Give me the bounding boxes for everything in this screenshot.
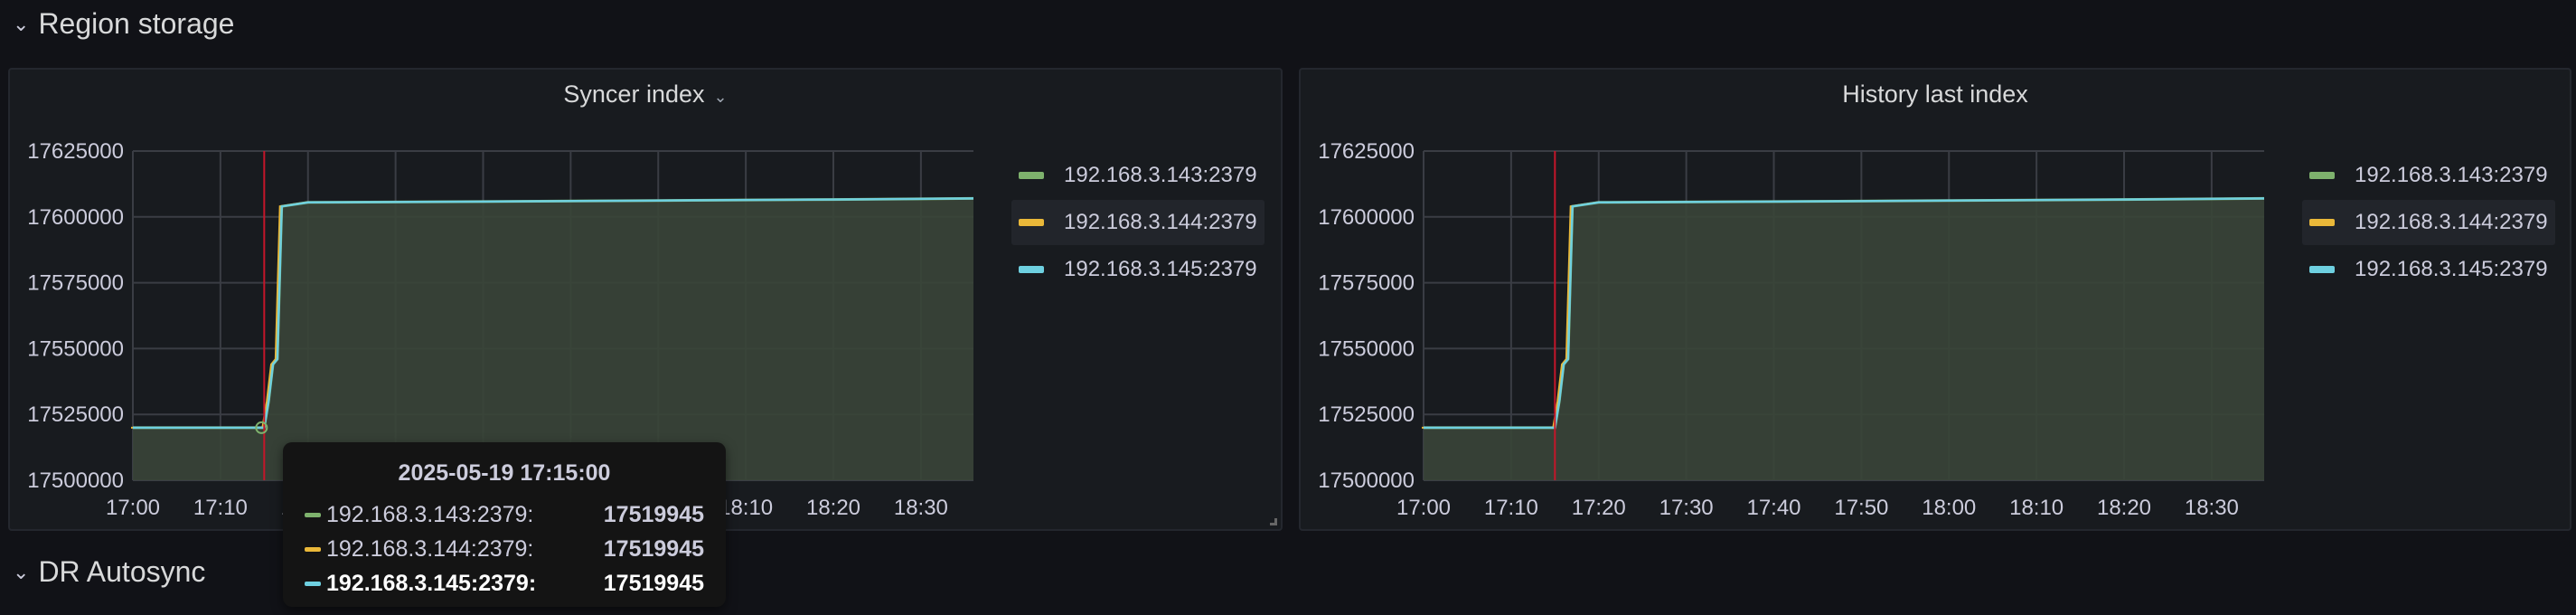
x-tick-label: 18:10	[719, 496, 773, 520]
y-tick-label: 17550000	[27, 336, 124, 361]
y-tick-label: 17525000	[1318, 402, 1415, 427]
swatch-icon	[2309, 266, 2335, 273]
x-tick-label: 17:40	[1746, 496, 1800, 520]
x-tick-label: 18:20	[806, 496, 860, 520]
row-title: Region storage	[38, 7, 235, 40]
row-dr-autosync[interactable]: ⌄ DR Autosync	[13, 555, 205, 589]
row-title: DR Autosync	[38, 555, 206, 588]
swatch-icon	[305, 546, 321, 552]
tooltip-series: 192.168.3.145:2379:	[326, 570, 537, 596]
legend-item[interactable]: 192.168.3.145:2379	[2302, 247, 2555, 292]
series-area	[133, 198, 973, 480]
panel-history-last-index: History last index 17500000 17525000 17550…	[1299, 68, 2571, 531]
tooltip-row: 192.168.3.143:2379: 17519945	[305, 497, 704, 532]
legend-label: 192.168.3.143:2379	[1064, 163, 1257, 187]
legend-label: 192.168.3.144:2379	[1064, 210, 1257, 234]
legend-item[interactable]: 192.168.3.143:2379	[1011, 153, 1264, 198]
row-region-storage[interactable]: ⌄ Region storage	[13, 7, 234, 41]
x-tick-label: 18:20	[2097, 496, 2151, 520]
tooltip-time: 2025-05-19 17:15:00	[398, 460, 611, 486]
series-area	[1424, 198, 2264, 480]
x-tick-label: 18:30	[2185, 496, 2239, 520]
legend: 192.168.3.143:2379 192.168.3.144:2379 19…	[1011, 153, 1264, 294]
swatch-icon	[2309, 172, 2335, 179]
x-tick-label: 17:30	[1659, 496, 1714, 520]
swatch-icon	[1019, 266, 1044, 273]
chart-tooltip: 2025-05-19 17:15:00 192.168.3.143:2379: 1…	[283, 442, 726, 607]
legend-item[interactable]: 192.168.3.144:2379	[2302, 200, 2555, 245]
x-tick-label: 17:10	[193, 496, 248, 520]
y-tick-label: 17625000	[27, 139, 124, 164]
tooltip-row: 192.168.3.144:2379: 17519945	[305, 532, 704, 566]
resize-handle[interactable]	[1270, 518, 1277, 525]
x-tick-label: 17:00	[1396, 496, 1451, 520]
x-tick-label: 18:10	[2009, 496, 2064, 520]
legend-label: 192.168.3.143:2379	[2355, 163, 2548, 187]
y-tick-label: 17500000	[1318, 468, 1415, 493]
x-tick-label: 17:50	[1834, 496, 1888, 520]
x-tick-label: 18:00	[1922, 496, 1976, 520]
tooltip-series: 192.168.3.144:2379:	[326, 535, 534, 562]
tooltip-value: 17519945	[603, 535, 704, 562]
x-tick-label: 17:20	[1572, 496, 1626, 520]
tooltip-value: 17519945	[603, 570, 704, 596]
tooltip-series: 192.168.3.143:2379:	[326, 501, 534, 527]
swatch-icon	[305, 581, 321, 586]
y-tick-label: 17575000	[1318, 271, 1415, 296]
swatch-icon	[1019, 172, 1044, 179]
tooltip-row: 192.168.3.145:2379: 17519945	[305, 566, 704, 601]
chart[interactable]: 17500000 17525000 17550000 17575000 17600000…	[1301, 70, 2573, 533]
swatch-icon	[1019, 219, 1044, 226]
chevron-down-icon: ⌄	[13, 12, 30, 35]
chevron-down-icon: ⌄	[13, 560, 30, 583]
legend-item[interactable]: 192.168.3.144:2379	[1011, 200, 1264, 245]
legend-label: 192.168.3.144:2379	[2355, 210, 2548, 234]
x-tick-label: 17:00	[106, 496, 160, 520]
legend-label: 192.168.3.145:2379	[2355, 257, 2548, 281]
legend-item[interactable]: 192.168.3.143:2379	[2302, 153, 2555, 198]
legend-item[interactable]: 192.168.3.145:2379	[1011, 247, 1264, 292]
y-tick-label: 17600000	[27, 205, 124, 230]
y-tick-label: 17600000	[1318, 205, 1415, 230]
y-tick-label: 17525000	[27, 402, 124, 427]
legend-label: 192.168.3.145:2379	[1064, 257, 1257, 281]
swatch-icon	[305, 512, 321, 517]
y-tick-label: 17625000	[1318, 139, 1415, 164]
tooltip-value: 17519945	[603, 501, 704, 527]
x-tick-label: 18:30	[894, 496, 948, 520]
x-tick-label: 17:10	[1484, 496, 1538, 520]
swatch-icon	[2309, 219, 2335, 226]
legend: 192.168.3.143:2379 192.168.3.144:2379 19…	[2302, 153, 2555, 294]
y-tick-label: 17575000	[27, 271, 124, 296]
y-tick-label: 17500000	[27, 468, 124, 493]
y-tick-label: 17550000	[1318, 336, 1415, 361]
